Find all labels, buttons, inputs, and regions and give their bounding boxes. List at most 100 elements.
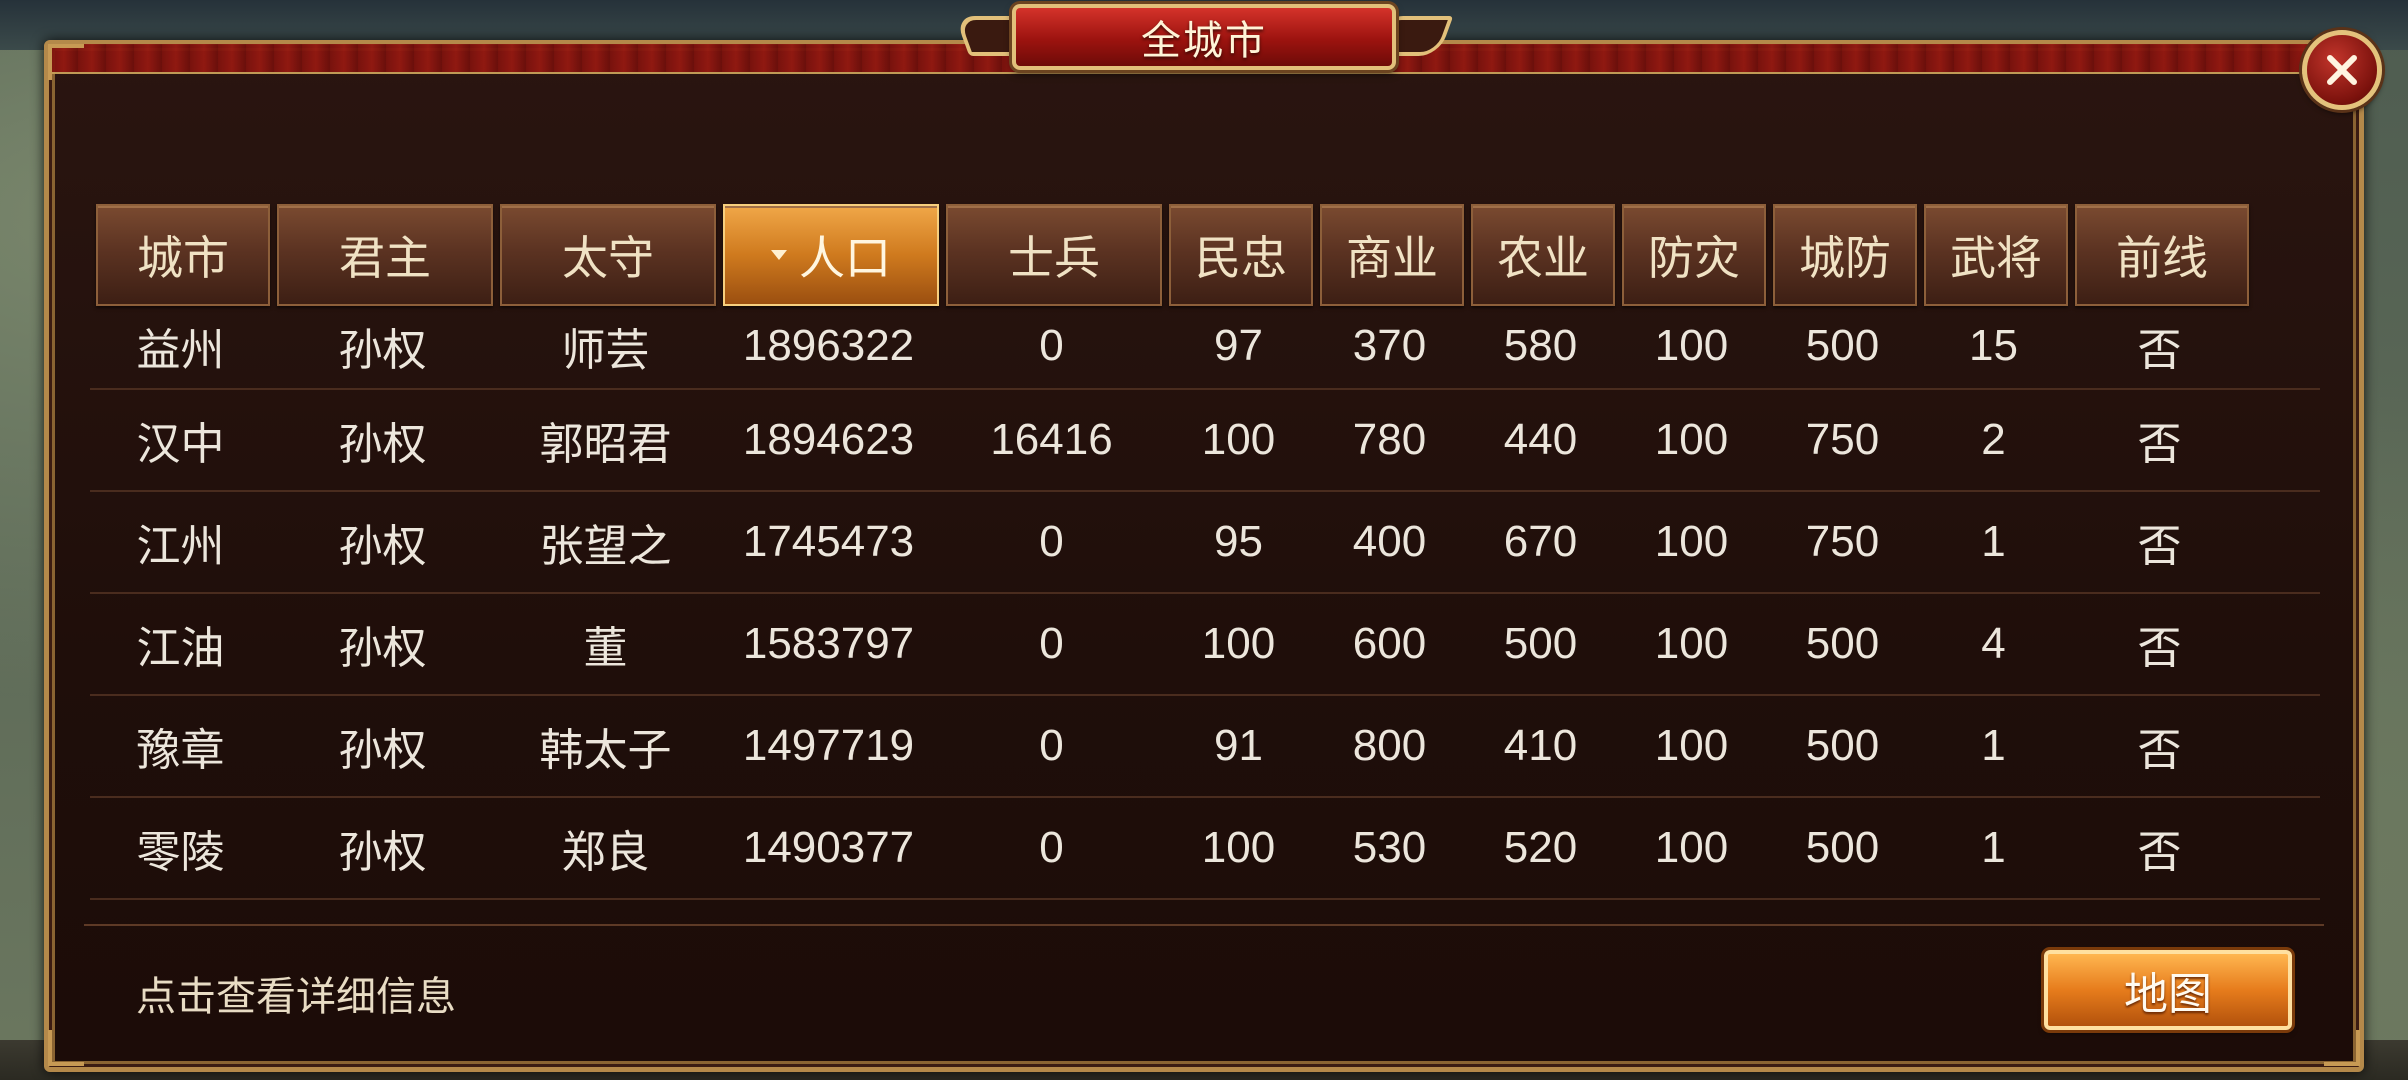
column-header-label: 商业 [1346, 231, 1438, 285]
cell-monarch: 孙权 [338, 420, 427, 469]
cell-governor: 师芸 [561, 326, 650, 375]
column-header-defense[interactable]: 城防 [1773, 204, 1917, 306]
footer-divider [84, 924, 2324, 926]
cell-population: 1894623 [742, 415, 915, 464]
cell-generals: 15 [1969, 321, 2018, 370]
cell-governor: 韩太子 [539, 726, 672, 775]
cell-agriculture: 440 [1503, 415, 1578, 464]
cell-frontline: 否 [2137, 624, 2182, 673]
cell-defense: 500 [1805, 823, 1880, 872]
cell-monarch: 孙权 [338, 828, 427, 877]
column-header-loyalty[interactable]: 民忠 [1169, 204, 1313, 306]
cell-population: 1497719 [742, 721, 915, 770]
cell-city: 豫章 [136, 726, 225, 775]
cell-disaster-prevention: 100 [1654, 823, 1729, 872]
cell-generals: 2 [1981, 415, 2006, 464]
cell-soldiers: 16416 [990, 415, 1113, 464]
table-row[interactable]: 益州 孙权 师芸 1896322 0 97 370 580 100 500 15 否 [90, 304, 2320, 390]
column-header-population[interactable]: 人口 [723, 204, 939, 306]
cell-population: 1490377 [742, 823, 915, 872]
cell-agriculture: 410 [1503, 721, 1578, 770]
column-header-label: 城防 [1799, 231, 1891, 285]
cell-agriculture: 500 [1503, 619, 1578, 668]
cell-city: 汉中 [136, 420, 225, 469]
cell-commerce: 600 [1352, 619, 1427, 668]
cell-frontline: 否 [2137, 828, 2182, 877]
close-icon [2327, 55, 2357, 85]
cell-frontline: 否 [2137, 522, 2182, 571]
cell-commerce: 800 [1352, 721, 1427, 770]
cell-soldiers: 0 [1039, 321, 1064, 370]
cell-population: 1583797 [742, 619, 915, 668]
column-header-disaster-prevention[interactable]: 防灾 [1622, 204, 1766, 306]
cell-frontline: 否 [2137, 420, 2182, 469]
cell-agriculture: 670 [1503, 517, 1578, 566]
table-row[interactable]: 豫章 孙权 韩太子 1497719 0 91 800 410 100 500 1 否 [90, 696, 2320, 798]
table-row[interactable]: 零陵 孙权 郑良 1490377 0 100 530 520 100 500 1 否 [90, 798, 2320, 900]
cell-commerce: 400 [1352, 517, 1427, 566]
cell-disaster-prevention: 100 [1654, 517, 1729, 566]
column-header-city[interactable]: 城市 [96, 204, 270, 306]
cell-governor: 董 [583, 624, 628, 673]
table-header: 城市 君主 太守 人口 士兵 民忠 商业 农业 防灾 城防 武将 前线 [96, 204, 2256, 306]
cell-disaster-prevention: 100 [1654, 619, 1729, 668]
cell-city: 江州 [136, 522, 225, 571]
cell-soldiers: 0 [1039, 721, 1064, 770]
table-row[interactable]: 江州 孙权 张望之 1745473 0 95 400 670 100 750 1 否 [90, 492, 2320, 594]
column-header-governor[interactable]: 太守 [500, 204, 716, 306]
sort-desc-icon [771, 250, 787, 260]
column-header-label: 民忠 [1195, 231, 1287, 285]
cell-commerce: 780 [1352, 415, 1427, 464]
cell-loyalty: 100 [1201, 823, 1276, 872]
cell-generals: 1 [1981, 823, 2006, 872]
cell-governor: 郭昭君 [539, 420, 672, 469]
column-header-soldiers[interactable]: 士兵 [946, 204, 1162, 306]
table-row[interactable]: 汉中 孙权 郭昭君 1894623 16416 100 780 440 100 750 2 否 [90, 390, 2320, 492]
cell-generals: 4 [1981, 619, 2006, 668]
cell-population: 1896322 [742, 321, 915, 370]
cell-loyalty: 95 [1214, 517, 1263, 566]
cell-city: 益州 [136, 326, 225, 375]
cell-monarch: 孙权 [338, 726, 427, 775]
close-button[interactable] [2302, 30, 2382, 110]
cell-soldiers: 0 [1039, 619, 1064, 668]
cell-city: 零陵 [136, 828, 225, 877]
cell-loyalty: 100 [1201, 619, 1276, 668]
column-header-label: 武将 [1950, 231, 2042, 285]
column-header-frontline[interactable]: 前线 [2075, 204, 2249, 306]
cell-frontline: 否 [2137, 726, 2182, 775]
column-header-label: 士兵 [1008, 231, 1100, 285]
column-header-commerce[interactable]: 商业 [1320, 204, 1464, 306]
frame-corner [48, 44, 84, 80]
detail-hint-text: 点击查看详细信息 [136, 974, 456, 1020]
cell-loyalty: 100 [1201, 415, 1276, 464]
cell-governor: 张望之 [539, 522, 672, 571]
column-header-generals[interactable]: 武将 [1924, 204, 2068, 306]
cell-monarch: 孙权 [338, 326, 427, 375]
column-header-label: 人口 [799, 231, 891, 285]
column-header-label: 城市 [137, 231, 229, 285]
cell-generals: 1 [1981, 721, 2006, 770]
cell-population: 1745473 [742, 517, 915, 566]
table-row[interactable]: 江油 孙权 董 1583797 0 100 600 500 100 500 4 否 [90, 594, 2320, 696]
cell-monarch: 孙权 [338, 522, 427, 571]
cell-soldiers: 0 [1039, 517, 1064, 566]
map-button[interactable]: 地图 [2044, 950, 2292, 1030]
cell-commerce: 530 [1352, 823, 1427, 872]
cell-generals: 1 [1981, 517, 2006, 566]
cell-disaster-prevention: 100 [1654, 415, 1729, 464]
cell-defense: 500 [1805, 619, 1880, 668]
cell-agriculture: 580 [1503, 321, 1578, 370]
cell-loyalty: 91 [1214, 721, 1263, 770]
frame-corner [2324, 1030, 2360, 1066]
column-header-agriculture[interactable]: 农业 [1471, 204, 1615, 306]
cell-commerce: 370 [1352, 321, 1427, 370]
cell-agriculture: 520 [1503, 823, 1578, 872]
column-header-label: 防灾 [1648, 231, 1740, 285]
cell-monarch: 孙权 [338, 624, 427, 673]
cell-defense: 500 [1805, 721, 1880, 770]
cell-loyalty: 97 [1214, 321, 1263, 370]
table-body[interactable]: 益州 孙权 师芸 1896322 0 97 370 580 100 500 15 否汉中 孙权 郭昭君 18… [90, 304, 2320, 900]
column-header-monarch[interactable]: 君主 [277, 204, 493, 306]
frame-corner [48, 1030, 84, 1066]
